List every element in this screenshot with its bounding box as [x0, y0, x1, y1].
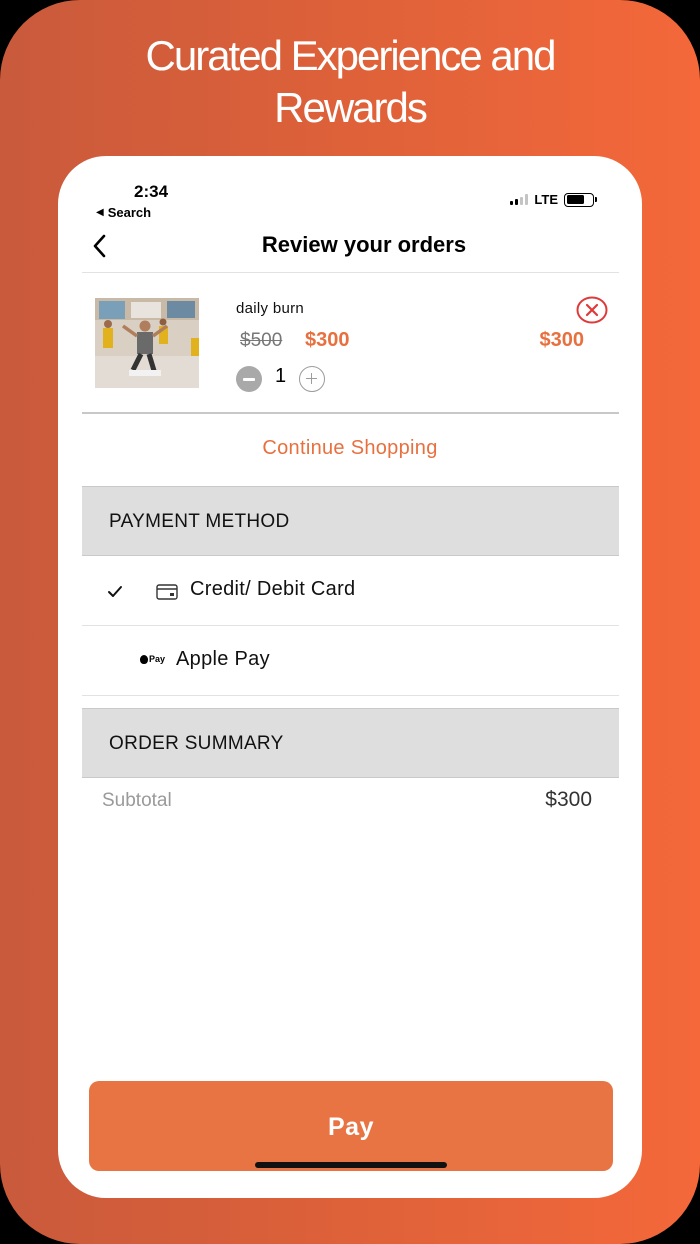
product-thumbnail	[95, 298, 199, 388]
promo-background: Curated Experience and Rewards 2:34 ◀ Se…	[0, 0, 700, 1244]
increase-quantity-button[interactable]	[299, 366, 325, 392]
pay-button[interactable]: Pay	[89, 1081, 613, 1171]
payment-method-heading: PAYMENT METHOD	[109, 511, 290, 532]
payment-option-card[interactable]: Credit/ Debit Card	[82, 556, 619, 626]
signal-icon	[510, 194, 529, 205]
original-price: $500	[240, 330, 283, 351]
payment-method-header: PAYMENT METHOD	[82, 486, 619, 556]
order-summary-heading: ORDER SUMMARY	[109, 733, 284, 754]
apple-pay-icon: Pay	[140, 654, 165, 664]
subtotal-value: $300	[545, 788, 592, 811]
back-to-app-label: Search	[107, 205, 152, 220]
order-summary-header: ORDER SUMMARY	[82, 708, 619, 778]
promo-headline: Curated Experience and Rewards	[0, 30, 700, 134]
line-total: $300	[539, 329, 585, 351]
remove-item-button[interactable]	[576, 296, 608, 324]
phone-screen: 2:34 ◀ Search LTE Review your orders dai…	[58, 156, 642, 1198]
page-title: Review your orders	[261, 232, 467, 257]
battery-icon	[564, 192, 597, 207]
promo-headline-line-1: Curated Experience and	[145, 32, 557, 79]
continue-shopping-link[interactable]: Continue Shopping	[58, 437, 642, 460]
promo-headline-line-2: Rewards	[274, 84, 428, 131]
divider	[82, 272, 619, 273]
back-triangle-icon: ◀	[96, 207, 104, 218]
quantity-value: 1	[275, 365, 287, 387]
checkmark-icon	[108, 586, 122, 597]
home-indicator	[255, 1162, 447, 1168]
close-circle-icon	[576, 296, 608, 324]
status-time: 2:34	[134, 182, 169, 201]
back-to-app-link[interactable]: ◀ Search	[96, 205, 151, 220]
network-type: LTE	[534, 192, 558, 207]
product-name: daily burn	[236, 300, 305, 317]
payment-option-label: Apple Pay	[176, 648, 270, 670]
decrease-quantity-button[interactable]	[236, 366, 262, 392]
subtotal-label: Subtotal	[102, 790, 172, 811]
status-indicators: LTE	[510, 192, 597, 207]
payment-option-apple-pay[interactable]: Pay Apple Pay	[82, 626, 619, 696]
sale-price: $300	[305, 329, 350, 351]
payment-option-label: Credit/ Debit Card	[190, 578, 356, 600]
divider	[82, 412, 619, 414]
credit-card-icon	[156, 584, 178, 600]
